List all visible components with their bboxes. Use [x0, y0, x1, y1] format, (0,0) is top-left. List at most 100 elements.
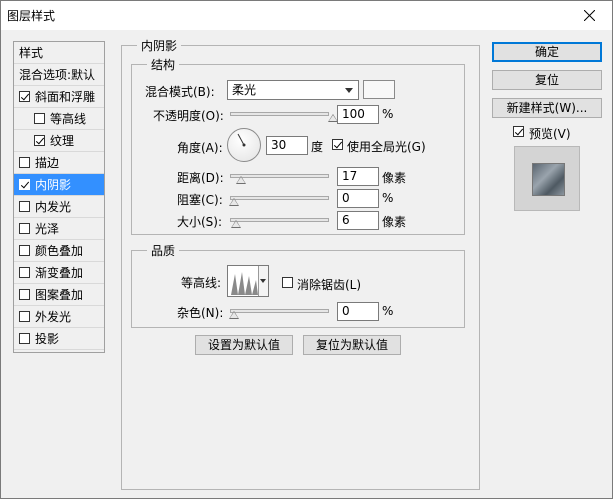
- style-item-label: 颜色叠加: [35, 244, 84, 258]
- style-item-checkbox[interactable]: [19, 91, 30, 102]
- size-unit: 像素: [382, 215, 407, 229]
- anti-alias-checkbox[interactable]: [282, 277, 293, 288]
- style-item-label: 外发光: [35, 310, 72, 324]
- close-button[interactable]: [566, 1, 612, 30]
- styles-header-label: 样式: [19, 46, 44, 60]
- opacity-percent: %: [382, 107, 394, 121]
- style-item-checkbox[interactable]: [19, 157, 30, 168]
- opacity-label: 不透明度(O):: [153, 109, 224, 123]
- style-item[interactable]: 外发光: [14, 306, 104, 328]
- contour-dropdown-button[interactable]: [258, 266, 268, 296]
- styles-list: 样式 混合选项:默认 斜面和浮雕等高线纹理描边内阴影内发光光泽颜色叠加渐变叠加图…: [13, 41, 105, 353]
- opacity-input[interactable]: 100: [337, 105, 379, 124]
- noise-label: 杂色(N):: [177, 306, 224, 320]
- window-title: 图层样式: [7, 9, 56, 23]
- new-style-button[interactable]: 新建样式(W)...: [492, 98, 602, 118]
- style-item-checkbox[interactable]: [19, 333, 30, 344]
- preview-checkbox[interactable]: [513, 126, 524, 137]
- style-item-label: 渐变叠加: [35, 266, 84, 280]
- style-item-label: 斜面和浮雕: [35, 90, 96, 104]
- style-item-checkbox[interactable]: [19, 289, 30, 300]
- reset-button[interactable]: 复位: [492, 70, 602, 90]
- noise-slider-track[interactable]: [230, 309, 329, 313]
- style-item-label: 纹理: [50, 134, 75, 148]
- distance-slider-thumb[interactable]: [235, 176, 246, 184]
- distance-input[interactable]: 17: [337, 167, 379, 186]
- global-light-checkbox[interactable]: [332, 139, 343, 150]
- noise-input[interactable]: 0: [337, 302, 379, 321]
- contour-picker[interactable]: [227, 265, 269, 297]
- style-item[interactable]: 斜面和浮雕: [14, 86, 104, 108]
- ok-button[interactable]: 确定: [492, 42, 602, 62]
- style-item[interactable]: 内发光: [14, 196, 104, 218]
- title-bar[interactable]: 图层样式: [1, 1, 612, 30]
- style-item-checkbox[interactable]: [19, 245, 30, 256]
- style-item-checkbox[interactable]: [19, 311, 30, 322]
- choke-percent: %: [382, 191, 394, 205]
- style-item-label: 投影: [35, 332, 60, 346]
- style-item[interactable]: 纹理: [14, 130, 104, 152]
- choke-input[interactable]: 0: [337, 189, 379, 208]
- size-input[interactable]: 6: [337, 211, 379, 230]
- style-item-checkbox[interactable]: [34, 135, 45, 146]
- angle-label: 角度(A):: [177, 141, 223, 155]
- style-item-checkbox[interactable]: [19, 267, 30, 278]
- angle-input[interactable]: 30: [266, 136, 308, 155]
- style-item[interactable]: 内阴影: [14, 174, 104, 196]
- style-item[interactable]: 光泽: [14, 218, 104, 240]
- style-item-label: 内发光: [35, 200, 72, 214]
- chevron-down-icon: [345, 88, 353, 93]
- close-icon: [583, 10, 595, 21]
- style-item-checkbox[interactable]: [19, 223, 30, 234]
- style-item[interactable]: 颜色叠加: [14, 240, 104, 262]
- distance-label: 距离(D):: [177, 171, 224, 185]
- choke-slider-track[interactable]: [230, 196, 329, 200]
- blend-mode-dropdown[interactable]: 柔光: [227, 80, 359, 100]
- style-item-label: 等高线: [50, 112, 87, 126]
- choke-label: 阻塞(C):: [177, 193, 223, 207]
- choke-slider-thumb[interactable]: [229, 198, 239, 206]
- style-item[interactable]: 描边: [14, 152, 104, 174]
- chevron-down-icon: [260, 279, 266, 283]
- size-slider-thumb[interactable]: [231, 220, 242, 228]
- styles-header[interactable]: 样式: [14, 42, 104, 64]
- style-item[interactable]: 渐变叠加: [14, 262, 104, 284]
- noise-slider-thumb[interactable]: [229, 311, 239, 319]
- blend-mode-label: 混合模式(B):: [145, 85, 215, 99]
- contour-label: 等高线:: [181, 276, 222, 290]
- layer-style-dialog: 图层样式 样式 混合选项:默认 斜面和浮雕 等高线 纹理 描边 内阴影 内发光 光泽 颜色叠加…: [0, 0, 613, 499]
- reset-default-button[interactable]: 复位为默认值: [303, 335, 401, 355]
- blend-options-item[interactable]: 混合选项:默认: [14, 64, 104, 86]
- noise-percent: %: [382, 304, 394, 318]
- blend-mode-value: 柔光: [232, 83, 257, 97]
- size-slider-track[interactable]: [230, 218, 329, 222]
- global-light-label: 使用全局光(G): [347, 140, 426, 154]
- blend-options-label: 混合选项:默认: [19, 68, 96, 82]
- anti-alias-label: 消除锯齿(L): [297, 278, 362, 292]
- quality-title: 品质: [147, 242, 180, 259]
- angle-dial-needle: [237, 133, 246, 147]
- opacity-slider-track[interactable]: [230, 112, 329, 116]
- style-item-checkbox[interactable]: [34, 113, 45, 124]
- style-item[interactable]: 投影: [14, 328, 104, 350]
- style-item[interactable]: 图案叠加: [14, 284, 104, 306]
- style-item-label: 图案叠加: [35, 288, 84, 302]
- angle-dial[interactable]: [227, 128, 261, 162]
- size-label: 大小(S):: [177, 215, 223, 229]
- style-preview: [514, 146, 580, 211]
- style-item-checkbox[interactable]: [19, 201, 30, 212]
- angle-unit: 度: [311, 140, 324, 154]
- style-preview-thumbnail: [532, 163, 565, 196]
- set-default-button[interactable]: 设置为默认值: [195, 335, 293, 355]
- preview-label: 预览(V): [529, 127, 571, 141]
- contour-preview-icon: [231, 272, 258, 295]
- style-item[interactable]: 等高线: [14, 108, 104, 130]
- style-item-checkbox[interactable]: [19, 179, 30, 190]
- panel-title: 内阴影: [137, 37, 182, 54]
- structure-title: 结构: [147, 56, 180, 73]
- style-item-label: 描边: [35, 156, 60, 170]
- shadow-color-swatch[interactable]: [363, 80, 395, 99]
- style-item-label: 内阴影: [35, 178, 72, 192]
- distance-unit: 像素: [382, 171, 407, 185]
- style-item-label: 光泽: [35, 222, 60, 236]
